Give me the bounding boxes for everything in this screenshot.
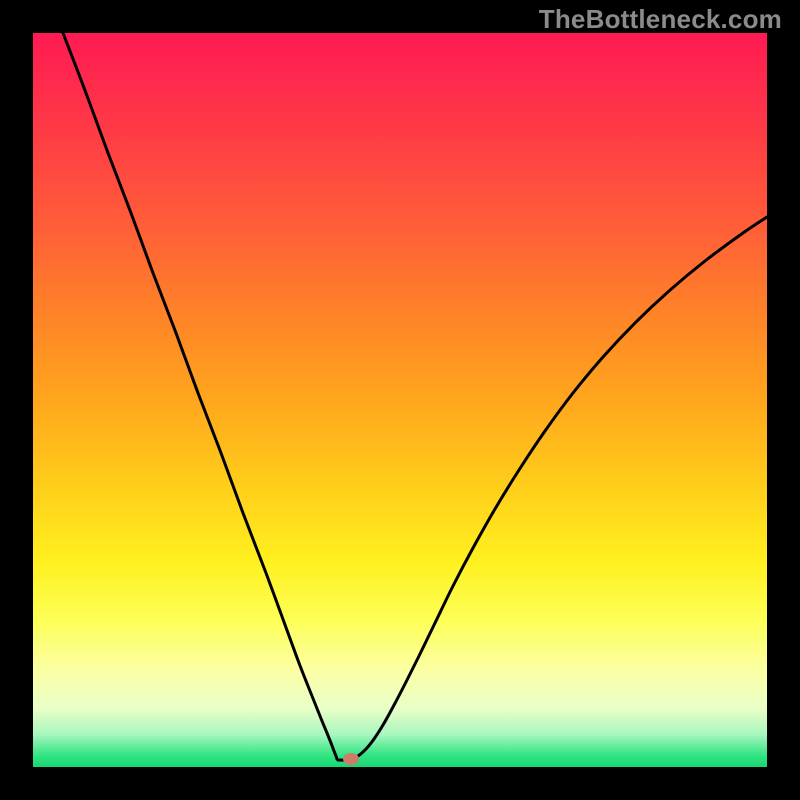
chart-svg	[33, 33, 767, 767]
outer-frame: TheBottleneck.com	[0, 0, 800, 800]
chart-area	[33, 33, 767, 767]
chart-background	[33, 33, 767, 767]
min-point-marker	[343, 753, 359, 765]
watermark-text: TheBottleneck.com	[539, 4, 782, 35]
